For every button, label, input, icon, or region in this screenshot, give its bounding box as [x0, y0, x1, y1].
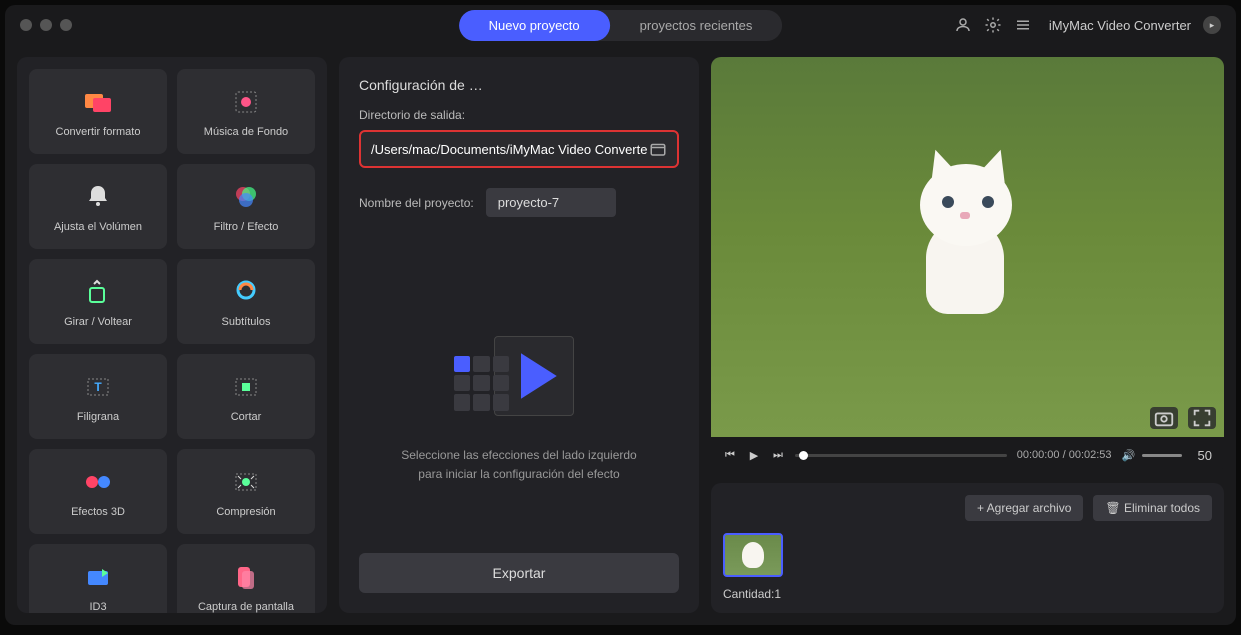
- tool-label: Captura de pantalla: [198, 601, 294, 613]
- effect-placeholder: Seleccione las efecciones del lado izqui…: [359, 257, 679, 553]
- tool-label: Girar / Voltear: [64, 316, 132, 328]
- placeholder-graphic: [454, 326, 584, 426]
- close-dot[interactable]: [20, 19, 32, 31]
- tool-convert-format[interactable]: Convertir formato: [29, 69, 167, 154]
- export-button[interactable]: Exportar: [359, 553, 679, 593]
- progress-bar[interactable]: [795, 454, 1007, 457]
- filter-icon: [230, 181, 262, 213]
- volume-slider[interactable]: [1142, 454, 1182, 457]
- rotate-icon: [82, 276, 114, 308]
- tool-screenshot[interactable]: Captura de pantalla: [177, 544, 315, 613]
- subtitles-icon: [230, 276, 262, 308]
- project-name-label: Nombre del proyecto:: [359, 196, 474, 210]
- convert-format-icon: [82, 86, 114, 118]
- user-icon[interactable]: [954, 16, 972, 34]
- tool-label: Subtítulos: [222, 316, 271, 328]
- window-controls: [20, 19, 72, 31]
- remove-all-label: Eliminar todos: [1124, 501, 1200, 515]
- id3-icon: [82, 561, 114, 593]
- tool-background-music[interactable]: Música de Fondo: [177, 69, 315, 154]
- tool-label: Música de Fondo: [204, 126, 288, 138]
- preview-image: [898, 154, 1038, 324]
- tab-recent-projects[interactable]: proyectos recientes: [610, 10, 783, 41]
- project-name-input[interactable]: [486, 188, 616, 217]
- bell-icon: [82, 181, 114, 213]
- time-display: 00:00:00 / 00:02:53: [1017, 449, 1112, 461]
- tab-new-project[interactable]: Nuevo proyecto: [459, 10, 610, 41]
- tool-id3[interactable]: ID3: [29, 544, 167, 613]
- compress-icon: [230, 466, 262, 498]
- titlebar: Nuevo proyecto proyectos recientes iMyMa…: [5, 5, 1236, 45]
- maximize-dot[interactable]: [60, 19, 72, 31]
- remove-all-button[interactable]: 🗑 Eliminar todos: [1093, 495, 1212, 521]
- project-tabs: Nuevo proyecto proyectos recientes: [459, 10, 783, 41]
- output-dir-label: Directorio de salida:: [359, 108, 679, 122]
- output-dir-field[interactable]: /Users/mac/Documents/iMyMac Video Conver…: [359, 130, 679, 168]
- tool-label: Filtro / Efecto: [214, 221, 279, 233]
- tool-label: Efectos 3D: [71, 506, 125, 518]
- tools-sidebar: Convertir formato Música de Fondo Ajusta…: [17, 57, 327, 613]
- tool-filter-effect[interactable]: Filtro / Efecto: [177, 164, 315, 249]
- volume-value: 50: [1198, 448, 1212, 463]
- screenshot-icon: [230, 561, 262, 593]
- tool-cut[interactable]: Cortar: [177, 354, 315, 439]
- next-button[interactable]: ⏭: [771, 449, 785, 462]
- tool-rotate-flip[interactable]: Girar / Voltear: [29, 259, 167, 344]
- play-button[interactable]: ▶: [747, 449, 761, 462]
- fullscreen-icon[interactable]: [1188, 407, 1216, 429]
- tool-watermark[interactable]: T Filigrana: [29, 354, 167, 439]
- folder-browse-icon[interactable]: [649, 140, 667, 158]
- volume-icon[interactable]: 🔊: [1122, 449, 1136, 462]
- tool-compression[interactable]: Compresión: [177, 449, 315, 534]
- tool-label: ID3: [89, 601, 106, 613]
- add-file-button[interactable]: + Agregar archivo: [965, 495, 1083, 521]
- video-canvas[interactable]: [711, 57, 1224, 437]
- player-controls: ⏮ ▶ ⏭ 00:00:00 / 00:02:53 🔊 50: [711, 437, 1224, 473]
- glasses-3d-icon: [82, 466, 114, 498]
- watermark-icon: T: [82, 371, 114, 403]
- file-list-panel: + Agregar archivo 🗑 Eliminar todos Canti…: [711, 483, 1224, 613]
- minimize-dot[interactable]: [40, 19, 52, 31]
- tool-3d-effects[interactable]: Efectos 3D: [29, 449, 167, 534]
- placeholder-text: Seleccione las efecciones del lado izqui…: [394, 446, 644, 484]
- tool-subtitles[interactable]: Subtítulos: [177, 259, 315, 344]
- svg-text:T: T: [94, 380, 102, 394]
- tool-label: Convertir formato: [56, 126, 141, 138]
- add-file-label: Agregar archivo: [987, 501, 1072, 515]
- app-badge-icon: ▸: [1203, 16, 1221, 34]
- file-count: Cantidad:1: [723, 587, 1212, 601]
- gear-icon[interactable]: [984, 16, 1002, 34]
- tool-label: Ajusta el Volúmen: [54, 221, 142, 233]
- config-title: Configuración de …: [359, 77, 679, 93]
- prev-button[interactable]: ⏮: [723, 449, 737, 462]
- music-icon: [230, 86, 262, 118]
- snapshot-icon[interactable]: [1150, 407, 1178, 429]
- video-preview: ⏮ ▶ ⏭ 00:00:00 / 00:02:53 🔊 50: [711, 57, 1224, 473]
- app-title: iMyMac Video Converter: [1049, 18, 1191, 33]
- menu-icon[interactable]: [1014, 16, 1032, 34]
- file-thumbnail[interactable]: [723, 533, 783, 577]
- tool-label: Cortar: [231, 411, 262, 423]
- tool-label: Compresión: [216, 506, 275, 518]
- tool-label: Filigrana: [77, 411, 119, 423]
- cut-icon: [230, 371, 262, 403]
- tool-adjust-volume[interactable]: Ajusta el Volúmen: [29, 164, 167, 249]
- config-panel: Configuración de … Directorio de salida:…: [339, 57, 699, 613]
- output-dir-value: /Users/mac/Documents/iMyMac Video Conver…: [371, 142, 649, 157]
